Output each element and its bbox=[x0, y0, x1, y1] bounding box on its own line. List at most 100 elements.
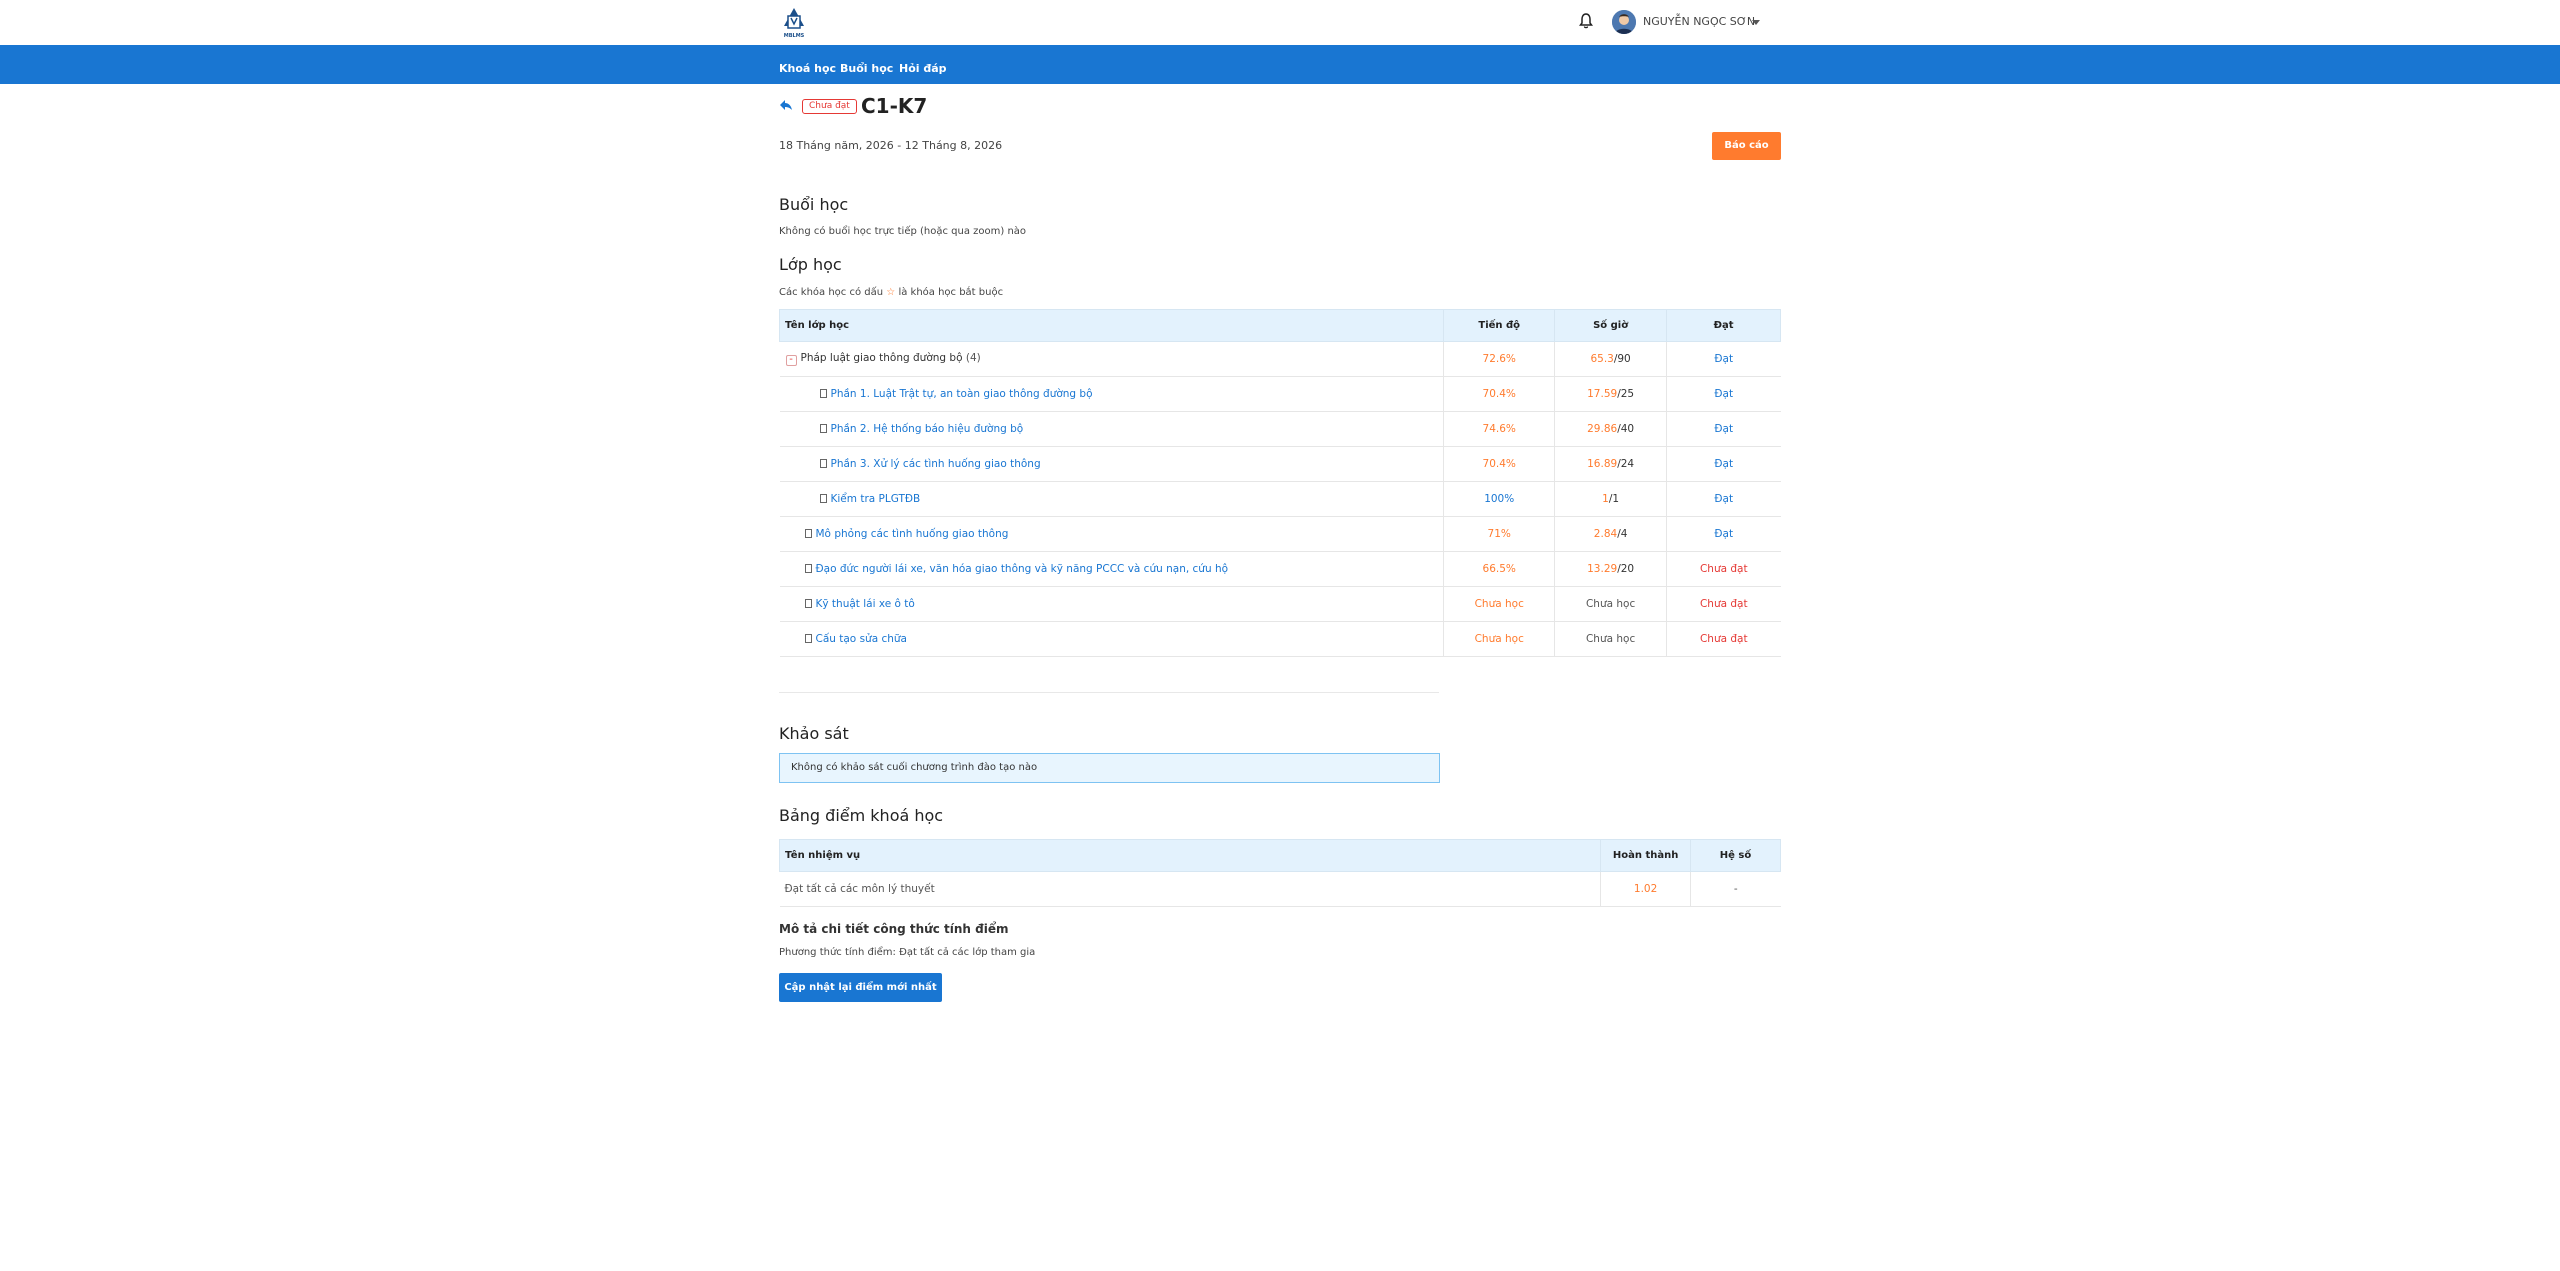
table-row: Kiểm tra PLGTĐB 100% 1/1 Đạt bbox=[779, 481, 1781, 517]
progress-cell: 74.6% bbox=[1443, 411, 1555, 447]
hours-done: 65.3 bbox=[1590, 353, 1614, 365]
hours-cell: Chưa học bbox=[1554, 621, 1667, 657]
progress-cell: 100% bbox=[1443, 481, 1555, 517]
table-row: - Pháp luật giao thông đường bộ (4) 72.6%… bbox=[779, 341, 1781, 377]
report-button[interactable]: Báo cáo bbox=[1712, 132, 1781, 160]
hours-cell: 29.86/40 bbox=[1554, 411, 1667, 447]
classes-note-before: Các khóa học có dấu bbox=[779, 287, 884, 298]
status-cell: Chưa đạt bbox=[1666, 586, 1781, 622]
course-date-range: 18 Tháng năm, 2026 - 12 Tháng 8, 2026 bbox=[779, 139, 1003, 152]
col-completion: Hoàn thành bbox=[1600, 839, 1692, 872]
hours-total: /25 bbox=[1617, 388, 1635, 400]
class-group-name: Pháp luật giao thông đường bộ bbox=[800, 352, 963, 364]
col-class-name: Tên lớp học bbox=[778, 309, 1445, 342]
table-row: Phần 2. Hệ thống báo hiệu đường bộ 74.6%… bbox=[779, 411, 1781, 447]
user-name[interactable]: NGUYỄN NGỌC SƠN bbox=[1643, 15, 1755, 28]
classes-heading: Lớp học bbox=[779, 255, 842, 274]
col-hours: Số giờ bbox=[1554, 309, 1668, 342]
class-name-cell: Cấu tạo sửa chữa bbox=[779, 621, 1444, 657]
class-name-cell: Phần 2. Hệ thống báo hiệu đường bộ bbox=[779, 411, 1444, 447]
progress-cell: 66.5% bbox=[1443, 551, 1555, 587]
class-link[interactable]: Kỹ thuật lái xe ô tô bbox=[816, 598, 915, 610]
table-row: Đạo đức người lái xe, văn hóa giao thông… bbox=[779, 551, 1781, 587]
scores-table: Tên nhiệm vụ Hoàn thành Hệ số Đạt tất cả… bbox=[778, 839, 1781, 907]
sessions-empty-text: Không có buổi học trực tiếp (hoặc qua zo… bbox=[779, 226, 1027, 237]
update-score-button[interactable]: Cập nhật lại điểm mới nhất bbox=[779, 973, 942, 1002]
class-group-count: (4) bbox=[965, 352, 981, 364]
table-row: Phần 3. Xử lý các tình huống giao thông … bbox=[779, 446, 1781, 482]
chevron-down-icon[interactable] bbox=[1752, 20, 1760, 25]
hours-cell: 13.29/20 bbox=[1554, 551, 1667, 587]
hours-done: 16.89 bbox=[1587, 458, 1618, 470]
class-link[interactable]: Phần 2. Hệ thống báo hiệu đường bộ bbox=[831, 423, 1024, 435]
nav-item-qa[interactable]: Hỏi đáp bbox=[899, 62, 947, 75]
status-cell: Đạt bbox=[1666, 481, 1781, 517]
class-link[interactable]: Phần 1. Luật Trật tự, an toàn giao thông… bbox=[831, 388, 1093, 400]
col-task: Tên nhiệm vụ bbox=[778, 839, 1602, 872]
progress-cell: 70.4% bbox=[1443, 376, 1555, 412]
document-icon bbox=[804, 599, 812, 608]
formula-heading: Mô tả chi tiết công thức tính điểm bbox=[779, 922, 1009, 936]
user-avatar-icon bbox=[1612, 10, 1636, 34]
table-row: Kỹ thuật lái xe ô tô Chưa học Chưa học C… bbox=[779, 586, 1781, 622]
top-bar: MBLMS NGUYỄN NGỌC SƠN bbox=[0, 0, 2560, 45]
classes-note-after: là khóa học bắt buộc bbox=[898, 287, 1004, 298]
sessions-heading: Buổi học bbox=[779, 195, 849, 214]
status-cell: Đạt bbox=[1666, 446, 1781, 482]
formula-text: Phương thức tính điểm: Đạt tất cả các lớ… bbox=[779, 947, 1036, 958]
collapse-icon[interactable]: - bbox=[785, 355, 797, 366]
hours-cell: 16.89/24 bbox=[1554, 446, 1667, 482]
table-row: Đạt tất cả các môn lý thuyết 1.02 - bbox=[779, 871, 1781, 907]
table-row: Mô phỏng các tình huống giao thông 71% 2… bbox=[779, 516, 1781, 552]
progress-cell: 71% bbox=[1443, 516, 1555, 552]
progress-cell: 70.4% bbox=[1443, 446, 1555, 482]
status-cell: Đạt bbox=[1666, 516, 1781, 552]
back-arrow-icon[interactable] bbox=[779, 99, 793, 111]
logo-text: MBLMS bbox=[784, 33, 805, 39]
hours-total: /90 bbox=[1613, 353, 1631, 365]
completion-cell: 1.02 bbox=[1600, 871, 1691, 907]
class-link[interactable]: Kiểm tra PLGTĐB bbox=[831, 493, 921, 505]
status-cell: Đạt bbox=[1666, 376, 1781, 412]
class-link[interactable]: Mô phỏng các tình huống giao thông bbox=[816, 528, 1009, 540]
document-icon bbox=[819, 389, 827, 398]
class-name-cell: Phần 3. Xử lý các tình huống giao thông bbox=[779, 446, 1444, 482]
bell-icon[interactable] bbox=[1578, 12, 1594, 30]
hours-done: 2.84 bbox=[1593, 528, 1618, 540]
document-icon bbox=[804, 564, 812, 573]
task-cell: Đạt tất cả các môn lý thuyết bbox=[779, 871, 1601, 907]
coefficient-cell: - bbox=[1690, 871, 1781, 907]
logo-icon[interactable]: MBLMS bbox=[780, 4, 808, 40]
avatar[interactable] bbox=[1612, 10, 1636, 34]
hours-total: /40 bbox=[1617, 423, 1635, 435]
class-name-cell: Kiểm tra PLGTĐB bbox=[779, 481, 1444, 517]
class-link[interactable]: Phần 3. Xử lý các tình huống giao thông bbox=[831, 458, 1041, 470]
table-row: Cấu tạo sửa chữa Chưa học Chưa học Chưa … bbox=[779, 621, 1781, 657]
nav-item-sessions[interactable]: Buổi học bbox=[840, 62, 893, 75]
progress-cell: Chưa học bbox=[1443, 621, 1555, 657]
hours-cell: 65.3/90 bbox=[1554, 341, 1667, 377]
col-status: Đạt bbox=[1666, 309, 1781, 342]
nav-item-courses[interactable]: Khoá học bbox=[779, 62, 836, 75]
document-icon bbox=[819, 424, 827, 433]
hours-total: /4 bbox=[1617, 528, 1628, 540]
progress-cell: Chưa học bbox=[1443, 586, 1555, 622]
class-link[interactable]: Đạo đức người lái xe, văn hóa giao thông… bbox=[816, 563, 1229, 575]
hours-done: 29.86 bbox=[1587, 423, 1618, 435]
table-row: Phần 1. Luật Trật tự, an toàn giao thông… bbox=[779, 376, 1781, 412]
scores-heading: Bảng điểm khoá học bbox=[779, 806, 944, 825]
class-name-cell: Mô phỏng các tình huống giao thông bbox=[779, 516, 1444, 552]
hours-done: 13.29 bbox=[1587, 563, 1618, 575]
col-progress: Tiến độ bbox=[1443, 309, 1556, 342]
document-icon bbox=[804, 634, 812, 643]
hours-cell: Chưa học bbox=[1554, 586, 1667, 622]
hours-cell: 2.84/4 bbox=[1554, 516, 1667, 552]
hours-total: /24 bbox=[1617, 458, 1635, 470]
page-title: C1-K7 bbox=[861, 94, 928, 118]
class-link[interactable]: Cấu tạo sửa chữa bbox=[816, 633, 908, 645]
status-cell: Chưa đạt bbox=[1666, 551, 1781, 587]
document-icon bbox=[804, 529, 812, 538]
class-name-cell: Đạo đức người lái xe, văn hóa giao thông… bbox=[779, 551, 1444, 587]
hours-total: /1 bbox=[1608, 493, 1620, 505]
progress-cell: 72.6% bbox=[1443, 341, 1555, 377]
